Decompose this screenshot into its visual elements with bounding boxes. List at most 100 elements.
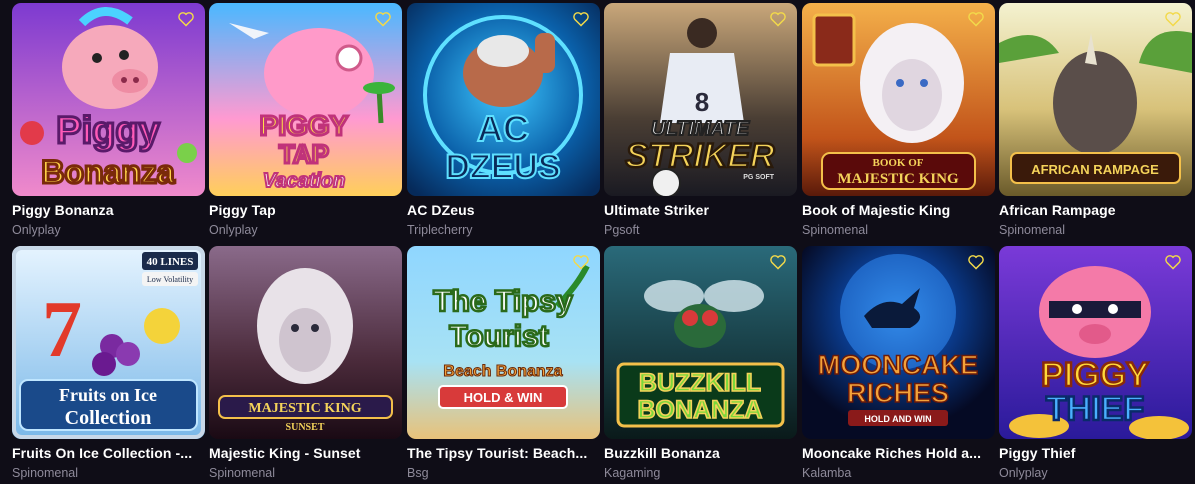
game-art: BUZZKILL BONANZA <box>604 246 797 439</box>
game-art: PIGGY THIEF <box>999 246 1192 439</box>
favorite-heart-icon[interactable] <box>769 254 787 270</box>
game-thumbnail[interactable]: BUZZKILL BONANZA <box>604 246 797 439</box>
game-title[interactable]: African Rampage <box>999 202 1195 218</box>
game-art: AC DZEUS <box>407 3 600 196</box>
game-provider: Kalamba <box>802 466 852 480</box>
game-title[interactable]: The Tipsy Tourist: Beach... <box>407 445 604 461</box>
game-thumbnail[interactable]: MAJESTIC KING SUNSET <box>209 246 402 439</box>
game-thumbnail[interactable]: MOONCAKE RICHES HOLD AND WIN <box>802 246 995 439</box>
favorite-heart-icon[interactable] <box>967 11 985 27</box>
game-art: PIGGY TAP Vacation <box>209 3 402 196</box>
game-card-piggy-thief[interactable]: PIGGY THIEF Piggy Thief Onlyplay <box>999 246 1192 484</box>
game-card-mooncake-riches[interactable]: MOONCAKE RICHES HOLD AND WIN Mooncake Ri… <box>802 246 995 484</box>
logo-text-line: RICHES <box>847 378 949 408</box>
game-title[interactable]: Book of Majestic King <box>802 202 999 218</box>
game-provider: Kagaming <box>604 466 661 480</box>
logo-text-line: Bonanza <box>41 154 175 190</box>
game-art: The Tipsy Tourist Beach Bonanza HOLD & W… <box>407 246 600 439</box>
game-thumbnail[interactable]: AC DZEUS <box>407 3 600 196</box>
game-title[interactable]: Piggy Bonanza <box>12 202 209 218</box>
favorite-heart-icon[interactable] <box>177 11 195 27</box>
logo-text-line: Tourist <box>449 320 548 353</box>
game-title[interactable]: Fruits On Ice Collection -... <box>12 445 209 461</box>
logo-text-line: DZEUS <box>445 148 560 186</box>
logo-text-line: MAJESTIC KING <box>248 401 361 416</box>
game-art: BOOK OF MAJESTIC KING <box>802 3 995 196</box>
svg-text:7: 7 <box>42 286 82 374</box>
logo-text-line: HOLD & WIN <box>464 390 543 405</box>
game-title[interactable]: Piggy Tap <box>209 202 406 218</box>
game-provider: Pgsoft <box>604 223 640 237</box>
game-card-african-rampage[interactable]: AFRICAN RAMPAGE African Rampage Spinomen… <box>999 3 1192 241</box>
game-provider: Bsg <box>407 466 429 480</box>
game-thumbnail[interactable]: 8 ULTIMATE STRIKER PG SOFT <box>604 3 797 196</box>
logo-text-line: SUNSET <box>286 422 325 433</box>
game-thumbnail[interactable]: 7 40 LINES Low Volatility Fruits on Ice … <box>12 246 205 439</box>
game-card-book-of-majestic-king[interactable]: BOOK OF MAJESTIC KING Book of Majestic K… <box>802 3 995 241</box>
games-grid: Piggy Bonanza Piggy Bonanza Onlyplay PIG… <box>0 0 1195 484</box>
logo-text-line: PG SOFT <box>743 174 774 181</box>
game-provider: Onlyplay <box>12 223 61 237</box>
game-thumbnail[interactable]: The Tipsy Tourist Beach Bonanza HOLD & W… <box>407 246 600 439</box>
game-thumbnail[interactable]: PIGGY TAP Vacation <box>209 3 402 196</box>
logo-text-line: STRIKER <box>625 137 775 175</box>
game-title[interactable]: Mooncake Riches Hold a... <box>802 445 999 461</box>
logo-text-line: BONANZA <box>638 396 763 424</box>
game-provider: Spinomenal <box>12 466 79 480</box>
game-title[interactable]: Buzzkill Bonanza <box>604 445 801 461</box>
logo-text-line: PIGGY <box>1041 356 1149 394</box>
favorite-heart-icon[interactable] <box>572 254 590 270</box>
logo-text-line: MOONCAKE <box>818 350 979 380</box>
logo-text-line: Piggy <box>56 110 159 152</box>
logo-text-line: AFRICAN RAMPAGE <box>1031 162 1159 177</box>
game-thumbnail[interactable]: PIGGY THIEF <box>999 246 1192 439</box>
game-provider: Spinomenal <box>999 223 1066 237</box>
logo-text-line: Beach Bonanza <box>443 363 562 380</box>
game-card-piggy-bonanza[interactable]: Piggy Bonanza Piggy Bonanza Onlyplay <box>12 3 205 241</box>
game-thumbnail[interactable]: Piggy Bonanza <box>12 3 205 196</box>
favorite-heart-icon[interactable] <box>1164 254 1182 270</box>
game-art: 7 40 LINES Low Volatility Fruits on Ice … <box>12 246 205 439</box>
logo-text-line: Vacation <box>263 170 346 192</box>
game-provider: Onlyplay <box>209 223 258 237</box>
game-provider: Onlyplay <box>999 466 1048 480</box>
favorite-heart-icon[interactable] <box>769 11 787 27</box>
favorite-heart-icon[interactable] <box>374 11 392 27</box>
logo-text-line: MAJESTIC KING <box>837 171 959 187</box>
game-art: MAJESTIC KING SUNSET <box>209 246 402 439</box>
logo-text-line: PIGGY <box>260 110 349 141</box>
game-card-tipsy-tourist[interactable]: The Tipsy Tourist Beach Bonanza HOLD & W… <box>407 246 600 484</box>
game-card-ultimate-striker[interactable]: 8 ULTIMATE STRIKER PG SOFT Ultimate Stri… <box>604 3 797 241</box>
logo-text-line: Low Volatility <box>147 275 193 284</box>
game-title[interactable]: Piggy Thief <box>999 445 1195 461</box>
game-art: 8 ULTIMATE STRIKER PG SOFT <box>604 3 797 196</box>
game-title[interactable]: Majestic King - Sunset <box>209 445 406 461</box>
game-art: Piggy Bonanza <box>12 3 205 196</box>
game-card-majestic-king-sunset[interactable]: MAJESTIC KING SUNSET Majestic King - Sun… <box>209 246 402 484</box>
game-title[interactable]: AC DZeus <box>407 202 604 218</box>
game-card-piggy-tap[interactable]: PIGGY TAP Vacation Piggy Tap Onlyplay <box>209 3 402 241</box>
game-provider: Spinomenal <box>209 466 276 480</box>
logo-text-line: BOOK OF <box>872 157 923 169</box>
game-card-buzzkill-bonanza[interactable]: BUZZKILL BONANZA Buzzkill Bonanza Kagami… <box>604 246 797 484</box>
game-card-ac-dzeus[interactable]: AC DZEUS AC DZeus Triplecherry <box>407 3 600 241</box>
game-art: AFRICAN RAMPAGE <box>999 3 1192 196</box>
logo-text-line: HOLD AND WIN <box>864 414 931 424</box>
game-provider: Triplecherry <box>407 223 473 237</box>
favorite-heart-icon[interactable] <box>1164 11 1182 27</box>
logo-text-line: Collection <box>65 407 152 429</box>
logo-text-line: The Tipsy <box>433 285 573 318</box>
logo-text-line: AC <box>477 108 529 149</box>
game-art: MOONCAKE RICHES HOLD AND WIN <box>802 246 995 439</box>
favorite-heart-icon[interactable] <box>572 11 590 27</box>
favorite-heart-icon[interactable] <box>967 254 985 270</box>
game-card-fruits-on-ice[interactable]: 7 40 LINES Low Volatility Fruits on Ice … <box>12 246 205 484</box>
logo-text-line: 40 LINES <box>147 256 194 268</box>
logo-text-line: THIEF <box>1046 390 1144 428</box>
svg-text:8: 8 <box>695 87 709 117</box>
game-title[interactable]: Ultimate Striker <box>604 202 801 218</box>
logo-text-line: BUZZKILL <box>639 369 761 397</box>
game-thumbnail[interactable]: BOOK OF MAJESTIC KING <box>802 3 995 196</box>
logo-text-line: Fruits on Ice <box>59 385 157 405</box>
game-thumbnail[interactable]: AFRICAN RAMPAGE <box>999 3 1192 196</box>
